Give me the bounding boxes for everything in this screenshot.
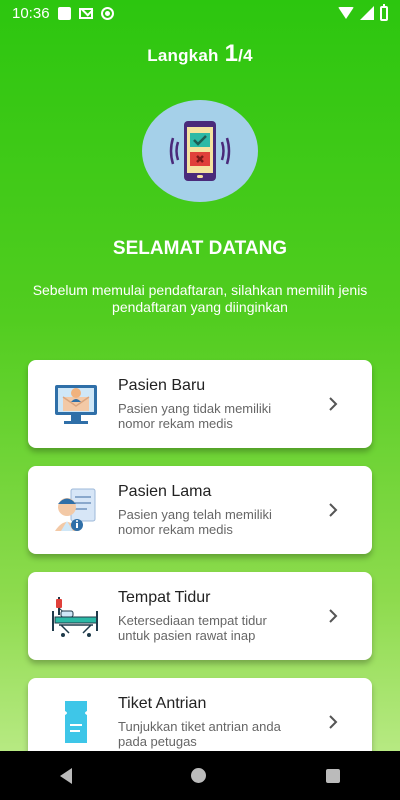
card-tempat-tidur[interactable]: Tempat Tidur Ketersediaan tempat tidur u… bbox=[28, 572, 372, 660]
step-label: Langkah bbox=[147, 46, 219, 65]
notification-icon bbox=[57, 6, 71, 20]
welcome-subtitle: Sebelum memulai pendaftaran, silahkan me… bbox=[32, 282, 368, 315]
status-bar: 10:36 bbox=[0, 0, 400, 26]
mail-icon bbox=[78, 7, 93, 19]
signal-icon bbox=[360, 6, 374, 20]
card-pasien-baru[interactable]: Pasien Baru Pasien yang tidak memiliki n… bbox=[28, 360, 372, 448]
recent-apps-icon[interactable] bbox=[326, 768, 341, 783]
card-description: Pasien yang tidak memiliki nomor rekam m… bbox=[118, 401, 272, 431]
card-title: Pasien Lama bbox=[118, 483, 212, 500]
step-total: /4 bbox=[238, 46, 253, 65]
chevron-right-icon bbox=[318, 503, 348, 517]
clock: 10:36 bbox=[12, 4, 50, 22]
card-title: Tempat Tidur bbox=[118, 589, 211, 606]
chevron-right-icon bbox=[318, 397, 348, 411]
existing-patient-icon bbox=[48, 482, 104, 538]
card-description: Pasien yang telah memiliki nomor rekam m… bbox=[118, 507, 272, 537]
step-indicator: Langkah 1/4 bbox=[0, 40, 400, 68]
system-nav-bar bbox=[0, 751, 400, 800]
card-title: Tiket Antrian bbox=[118, 695, 207, 712]
hero-illustration bbox=[142, 100, 258, 202]
card-description: Tunjukkan tiket antrian anda pada petuga… bbox=[118, 719, 281, 749]
new-patient-icon bbox=[48, 376, 104, 432]
battery-icon bbox=[380, 3, 388, 21]
sync-icon bbox=[100, 6, 114, 20]
card-title: Pasien Baru bbox=[118, 377, 206, 394]
chevron-right-icon bbox=[318, 715, 348, 729]
card-pasien-lama[interactable]: Pasien Lama Pasien yang telah memiliki n… bbox=[28, 466, 372, 554]
card-description: Ketersediaan tempat tidur untuk pasien r… bbox=[118, 613, 267, 643]
chevron-right-icon bbox=[318, 609, 348, 623]
welcome-title: SELAMAT DATANG bbox=[112, 238, 288, 259]
home-icon[interactable] bbox=[191, 768, 207, 783]
wifi-icon bbox=[338, 7, 354, 19]
back-icon[interactable] bbox=[59, 767, 72, 784]
step-current: 1 bbox=[224, 40, 239, 67]
phone-vote-icon bbox=[169, 121, 231, 181]
ticket-icon bbox=[48, 694, 104, 750]
hospital-bed-icon bbox=[48, 588, 104, 644]
